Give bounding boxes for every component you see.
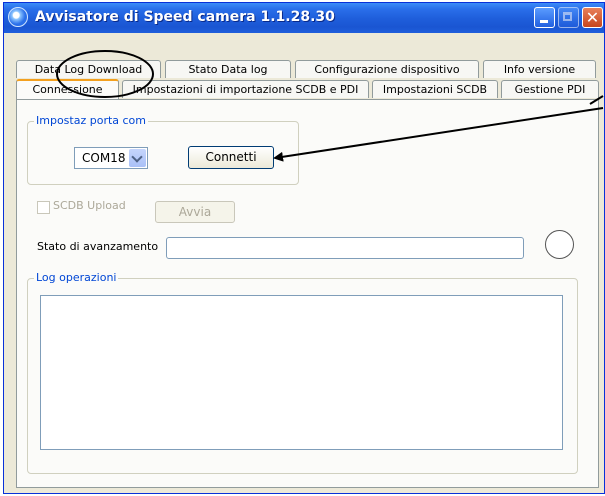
start-button[interactable]: Avvia [155, 201, 235, 223]
connect-button[interactable]: Connetti [188, 146, 274, 169]
tab-impostazioni-scdb[interactable]: Impostazioni SCDB [372, 80, 498, 98]
maximize-icon [563, 12, 572, 21]
minimize-button[interactable] [534, 7, 555, 28]
com-port-select[interactable]: COM18 [74, 147, 148, 169]
log-label: Log operazioni [34, 271, 119, 284]
tab-configurazione-dispositivo[interactable]: Configurazione dispositivo [295, 60, 479, 78]
close-button[interactable]: ✕ [582, 7, 603, 28]
tab-impostazioni-importazione[interactable]: Impostazioni di importazione SCDB e PDI [122, 80, 369, 98]
progress-field [166, 237, 524, 259]
chevron-down-icon [131, 151, 143, 163]
scdb-upload-checkbox[interactable] [37, 201, 50, 214]
app-icon [8, 7, 28, 27]
log-textarea[interactable] [40, 295, 563, 450]
tab-gestione-pdi[interactable]: Gestione PDI [501, 80, 599, 98]
status-indicator-icon [545, 230, 574, 259]
maximize-button[interactable] [558, 7, 579, 28]
title-bar[interactable]: Avvisatore di Speed camera 1.1.28.30 ✕ [4, 3, 604, 33]
dropdown-button[interactable] [129, 149, 146, 167]
com-port-value: COM18 [82, 151, 126, 165]
minimize-icon [540, 20, 548, 23]
port-settings-label: Impostaz porta com [34, 114, 149, 127]
tab-data-log-download[interactable]: Data Log Download [16, 60, 161, 78]
close-icon: ✕ [585, 8, 600, 27]
scdb-upload-label: SCDB Upload [53, 199, 126, 212]
connection-tab-panel: Impostaz porta com COM18 Connetti SCDB U… [16, 99, 599, 488]
app-window: Avvisatore di Speed camera 1.1.28.30 ✕ D… [3, 2, 605, 494]
progress-label: Stato di avanzamento [37, 240, 159, 253]
tab-connessione[interactable]: Connessione [16, 79, 119, 99]
window-title: Avvisatore di Speed camera 1.1.28.30 [35, 9, 335, 25]
tab-stato-data-log[interactable]: Stato Data log [165, 60, 291, 78]
tab-info-versione[interactable]: Info versione [483, 60, 596, 78]
